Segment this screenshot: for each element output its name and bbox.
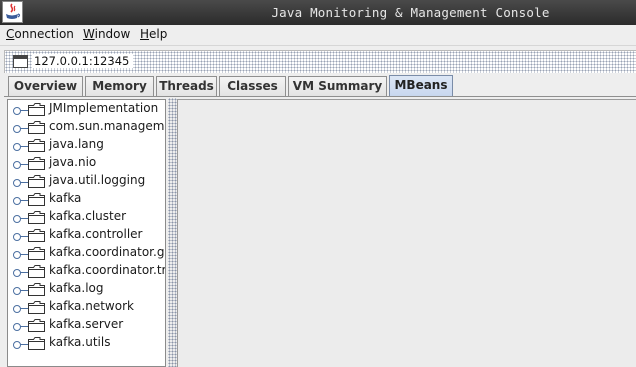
tree-node-label: kafka.coordinator.transaction	[49, 263, 166, 277]
tree-expand-handle-icon[interactable]	[13, 123, 28, 133]
tree-expand-handle-icon[interactable]	[13, 339, 28, 349]
tab-vm-summary[interactable]: VM Summary	[288, 76, 387, 97]
folder-icon	[28, 211, 45, 224]
tree-node[interactable]: kafka.controller	[8, 226, 165, 244]
tree-node[interactable]: java.util.logging	[8, 172, 165, 190]
tree-node-label: kafka	[49, 191, 82, 205]
tree-node[interactable]: java.nio	[8, 154, 165, 172]
tree-node-label: kafka.cluster	[49, 209, 127, 223]
tree-node[interactable]: kafka.log	[8, 280, 165, 298]
connection-frame-title: 127.0.0.1:12345	[32, 54, 134, 68]
tree-expand-handle-icon[interactable]	[13, 159, 28, 169]
tree-node-label: kafka.server	[49, 317, 124, 331]
tree-node[interactable]: kafka.server	[8, 316, 165, 334]
folder-icon	[28, 337, 45, 350]
tree-expand-handle-icon[interactable]	[13, 105, 28, 115]
tab-memory[interactable]: Memory	[85, 76, 154, 97]
tab-mbeans[interactable]: MBeans	[389, 75, 453, 97]
tree-expand-handle-icon[interactable]	[13, 303, 28, 313]
tree-node[interactable]: kafka.utils	[8, 334, 165, 352]
tree-node-label: kafka.controller	[49, 227, 143, 241]
tree-node[interactable]: kafka.network	[8, 298, 165, 316]
tree-node[interactable]: kafka.coordinator.group	[8, 244, 165, 262]
tree-expand-handle-icon[interactable]	[13, 321, 28, 331]
menu-window[interactable]: Window	[83, 27, 130, 41]
folder-icon	[28, 265, 45, 278]
split-pane-divider[interactable]	[168, 98, 177, 367]
tree-expand-handle-icon[interactable]	[13, 141, 28, 151]
folder-icon	[28, 283, 45, 296]
menu-help[interactable]: Help	[140, 27, 167, 41]
folder-icon	[28, 193, 45, 206]
folder-icon	[28, 247, 45, 260]
tree-expand-handle-icon[interactable]	[13, 249, 28, 259]
tab-threads[interactable]: Threads	[156, 76, 217, 97]
title-bar: Java Monitoring & Management Console	[0, 0, 636, 25]
menu-connection[interactable]: Connection	[6, 27, 74, 41]
tab-overview[interactable]: Overview	[8, 76, 83, 97]
folder-icon	[28, 301, 45, 314]
tree-node[interactable]: com.sun.management	[8, 118, 165, 136]
folder-icon	[28, 157, 45, 170]
connection-frame-header[interactable]: 127.0.0.1:12345	[4, 50, 636, 73]
folder-icon	[28, 229, 45, 242]
tree-node-label: java.lang	[49, 137, 104, 151]
folder-icon	[28, 103, 45, 116]
tree-node[interactable]: kafka	[8, 190, 165, 208]
tree-node-label: java.nio	[49, 155, 97, 169]
window-icon	[13, 55, 28, 68]
tab-classes[interactable]: Classes	[219, 76, 286, 97]
tree-expand-handle-icon[interactable]	[13, 231, 28, 241]
tree-expand-handle-icon[interactable]	[13, 267, 28, 277]
folder-icon	[28, 121, 45, 134]
tree-node[interactable]: JMImplementation	[8, 100, 165, 118]
mbean-detail-panel	[177, 99, 636, 367]
tree-node[interactable]: kafka.coordinator.transaction	[8, 262, 166, 280]
tree-expand-handle-icon[interactable]	[13, 177, 28, 187]
tab-divider	[4, 96, 636, 97]
tree-node-label: JMImplementation	[49, 101, 159, 115]
tree-node-label: kafka.network	[49, 299, 134, 313]
window-title: Java Monitoring & Management Console	[271, 5, 550, 20]
folder-icon	[28, 139, 45, 152]
mbean-tree[interactable]: JMImplementation com.sun.management java…	[7, 99, 166, 367]
tree-node[interactable]: java.lang	[8, 136, 165, 154]
tree-node-label: java.util.logging	[49, 173, 146, 187]
tree-node[interactable]: kafka.cluster	[8, 208, 165, 226]
folder-icon	[28, 175, 45, 188]
tree-expand-handle-icon[interactable]	[13, 195, 28, 205]
tab-bar: Overview Memory Threads Classes VM Summa…	[4, 73, 636, 97]
tree-node-label: kafka.log	[49, 281, 104, 295]
folder-icon	[28, 319, 45, 332]
menu-bar: Connection Window Help	[0, 25, 636, 46]
tree-node-label: com.sun.management	[49, 119, 165, 133]
tree-node-label: kafka.utils	[49, 335, 111, 349]
tree-expand-handle-icon[interactable]	[13, 285, 28, 295]
tree-expand-handle-icon[interactable]	[13, 213, 28, 223]
tree-node-label: kafka.coordinator.group	[49, 245, 165, 259]
